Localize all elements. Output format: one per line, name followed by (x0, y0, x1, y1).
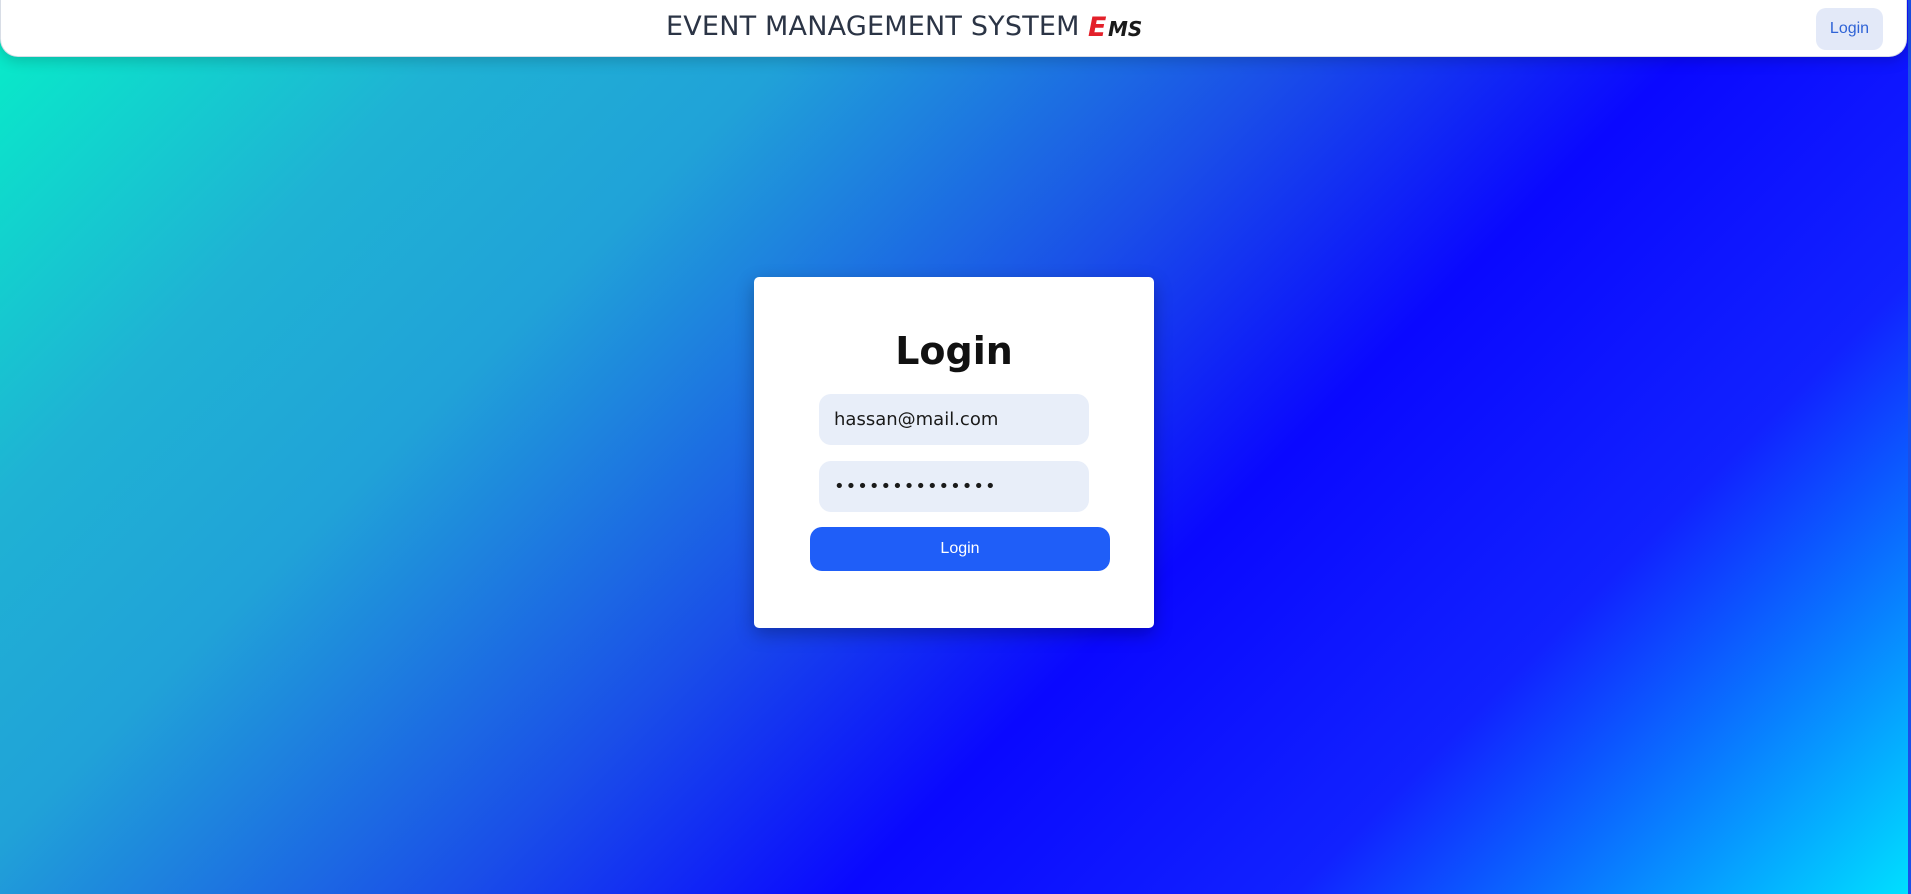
email-input[interactable] (819, 394, 1089, 445)
login-heading: Login (895, 329, 1013, 373)
login-submit-button[interactable]: Login (810, 527, 1110, 571)
navbar: EVENT MANAGEMENT SYSTEM E MS Login (0, 0, 1907, 57)
logo-letters-ms: MS (1108, 17, 1142, 41)
brand[interactable]: EVENT MANAGEMENT SYSTEM E MS (666, 8, 1152, 44)
login-card: Login Login (754, 277, 1154, 628)
password-input[interactable] (819, 461, 1089, 512)
brand-title: EVENT MANAGEMENT SYSTEM (666, 10, 1080, 42)
logo-letter-e: E (1088, 12, 1107, 41)
ems-logo-icon: E MS (1088, 11, 1152, 41)
nav-login-button[interactable]: Login (1816, 8, 1883, 50)
